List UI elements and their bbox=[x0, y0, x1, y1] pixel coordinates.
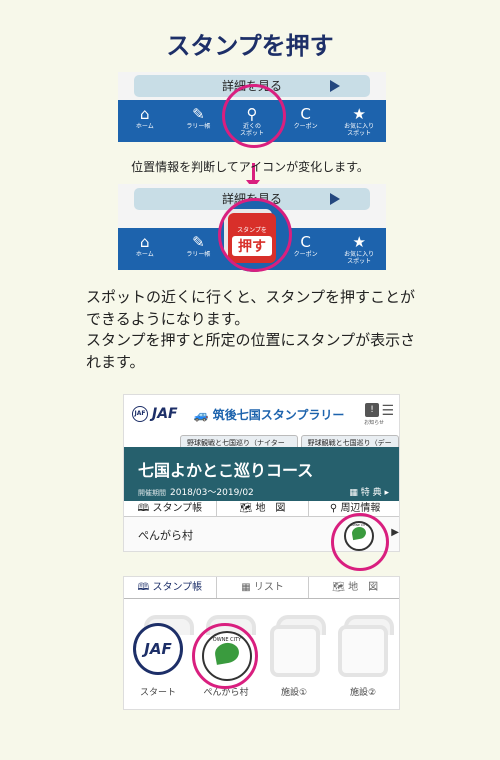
subtab-stampbook[interactable]: 🕮 スタンプ帳 bbox=[124, 501, 217, 516]
car-icon: 🚙 bbox=[193, 407, 209, 422]
subtab-map[interactable]: 🗺 地 図 bbox=[217, 501, 310, 516]
nav-favorites[interactable]: ★ お気に入り スポット bbox=[332, 228, 386, 270]
stampbook-tabs: 🕮 スタンプ帳 ▦ リスト 🗺 地 図 bbox=[124, 577, 399, 599]
home-icon: ⌂ bbox=[140, 105, 150, 123]
nav-favorites[interactable]: ★ お気に入り スポット bbox=[332, 100, 386, 142]
period: 開催期間 2018/03〜2019/02 bbox=[138, 488, 254, 498]
spot-name: ぺんがら村 bbox=[138, 529, 193, 542]
stampbook-screen: 🕮 スタンプ帳 ▦ リスト 🗺 地 図 JAF OWNE CITY スタート ぺ… bbox=[123, 576, 400, 710]
play-arrow-icon bbox=[330, 193, 340, 205]
stamp-slot-empty bbox=[270, 625, 320, 677]
jaf-seal-icon: JAF bbox=[132, 406, 148, 422]
star-icon: ★ bbox=[352, 233, 366, 251]
tab-stampbook[interactable]: 🕮 スタンプ帳 bbox=[124, 577, 217, 598]
coupon-icon: C bbox=[300, 105, 311, 123]
chevron-right-icon: ▶ bbox=[391, 527, 399, 538]
nav-rally-book[interactable]: ✎ ラリー帳 bbox=[172, 100, 226, 142]
gift-icon: ▦ bbox=[349, 488, 361, 498]
caption-note: 位置情報を判断してアイコンが変化します。 bbox=[131, 160, 369, 174]
start-stamp: JAF bbox=[133, 623, 183, 675]
highlight-ring bbox=[218, 198, 292, 272]
slot-label: 施設① bbox=[280, 688, 308, 698]
description: スポットの近くに行くと、スタンプを押すことが できるようになります。 スタンプを… bbox=[86, 288, 416, 371]
page-title: スタンプを押す bbox=[166, 32, 334, 60]
home-icon: ⌂ bbox=[140, 233, 150, 251]
nav-home[interactable]: ⌂ ホーム bbox=[118, 100, 172, 142]
menu-icon[interactable]: ☰ bbox=[381, 404, 394, 418]
play-arrow-icon bbox=[330, 80, 340, 92]
course-name: 七国よかとこ巡りコース bbox=[138, 461, 314, 480]
nav-home[interactable]: ⌂ ホーム bbox=[118, 228, 172, 270]
app-header: JAF JAF 🚙 筑後七国スタンプラリー ! お知らせ ☰ bbox=[124, 395, 399, 433]
tab-list[interactable]: ▦ リスト bbox=[217, 577, 310, 598]
nav-coupon[interactable]: C クーポン bbox=[279, 100, 333, 142]
highlight-ring bbox=[331, 513, 389, 571]
notice-icon[interactable]: ! bbox=[365, 403, 379, 417]
stamp-slot-empty bbox=[338, 625, 388, 677]
course-header: 七国よかとこ巡りコース 開催期間 2018/03〜2019/02 ▦ 特 典 ▸ bbox=[124, 447, 399, 501]
rally-brand: 🚙 筑後七国スタンプラリー bbox=[193, 407, 345, 422]
tab-map[interactable]: 🗺 地 図 bbox=[309, 577, 399, 598]
highlight-ring bbox=[222, 84, 286, 148]
slot-label: スタート bbox=[139, 688, 176, 698]
notice-label: お知らせ bbox=[364, 420, 384, 426]
rally-book-icon: ✎ bbox=[192, 105, 205, 123]
highlight-ring bbox=[192, 623, 258, 689]
slot-label: 施設② bbox=[349, 688, 377, 698]
jaf-logo: JAF JAF bbox=[132, 406, 178, 422]
bonus-link[interactable]: ▦ 特 典 ▸ bbox=[349, 485, 389, 498]
star-icon: ★ bbox=[352, 105, 366, 123]
